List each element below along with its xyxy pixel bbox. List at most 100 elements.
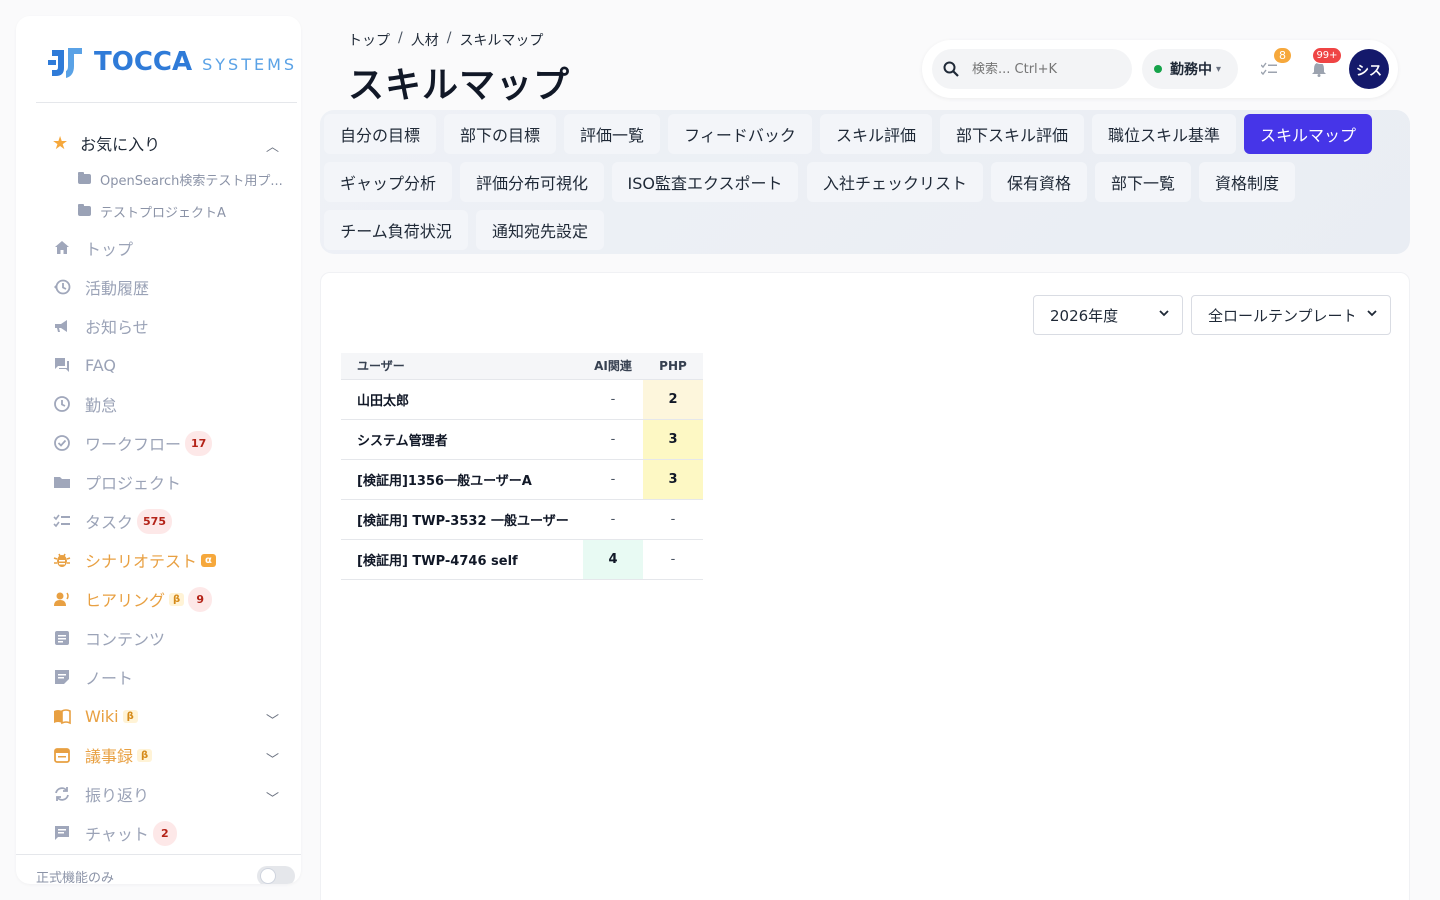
favorite-item[interactable]: OpenSearch検索テスト用プ... xyxy=(78,167,288,191)
tab-notification-recipients[interactable]: 通知宛先設定 xyxy=(476,210,604,250)
table-row: 山田太郎 - 2 xyxy=(341,379,703,420)
year-select-value: 2026年度 xyxy=(1050,306,1119,325)
task-badge: 8 xyxy=(1273,47,1292,64)
star-icon: ★ xyxy=(52,132,69,154)
chevron-down-icon: ﹀ xyxy=(265,792,279,807)
sidebar-item-minutes[interactable]: 議事録 β ﹀ xyxy=(16,737,301,773)
chevron-down-icon: ﹀ xyxy=(265,753,279,768)
refresh-icon xyxy=(52,784,72,804)
sidebar-divider xyxy=(36,102,297,103)
sidebar-item-label: Wiki xyxy=(85,706,119,726)
article-icon xyxy=(52,628,72,648)
favorite-item[interactable]: テストプロジェクトA xyxy=(78,199,288,223)
breadcrumb-separator: / xyxy=(446,30,452,46)
attendance-status-dropdown[interactable]: 勤務中 ▾ xyxy=(1142,49,1238,89)
brand-sub: SYSTEMS xyxy=(202,54,298,74)
checklist-icon xyxy=(52,511,72,531)
sidebar-item-task[interactable]: タスク 575 xyxy=(16,503,301,539)
hr-tabs: 自分の目標 部下の目標 評価一覧 フィードバック スキル評価 部下スキル評価 職… xyxy=(320,110,1410,254)
workflow-count-badge: 17 xyxy=(185,430,213,456)
chat-icon xyxy=(52,823,72,843)
skill-level-cell: 3 xyxy=(643,419,703,460)
skill-level-cell: - xyxy=(583,419,643,460)
chevron-down-icon: ﹀ xyxy=(265,714,279,729)
year-select[interactable]: 2026年度 xyxy=(1033,295,1183,335)
sidebar-item-news[interactable]: お知らせ xyxy=(16,308,301,344)
user-name-cell[interactable]: システム管理者 xyxy=(341,419,583,460)
sidebar-item-label: 議事録 xyxy=(85,747,134,766)
role-template-select[interactable]: 全ロールテンプレート xyxy=(1191,295,1391,335)
tab-feedback[interactable]: フィードバック xyxy=(668,114,812,154)
sidebar-item-label: シナリオテスト xyxy=(85,552,198,571)
user-name-cell[interactable]: [検証用]1356一般ユーザーA xyxy=(341,459,583,500)
column-header-skill[interactable]: AI関連 xyxy=(583,353,643,380)
search-box[interactable] xyxy=(932,49,1132,89)
alpha-tag: α xyxy=(201,553,216,567)
sidebar-item-label: ワークフロー xyxy=(85,435,182,454)
tab-subordinate-skill-evaluation[interactable]: 部下スキル評価 xyxy=(940,114,1084,154)
tab-subordinate-goals[interactable]: 部下の目標 xyxy=(444,114,556,154)
forum-icon xyxy=(52,355,72,375)
sidebar-item-label: ノート xyxy=(85,669,134,688)
tab-skill-evaluation[interactable]: スキル評価 xyxy=(820,114,932,154)
column-header-user: ユーザー xyxy=(341,353,583,380)
sidebar-item-hearing[interactable]: ヒアリング β 9 xyxy=(16,581,301,617)
page-title: スキルマップ xyxy=(348,65,571,106)
user-name-cell[interactable]: [検証用] TWP-3532 一般ユーザー xyxy=(341,499,583,540)
sidebar-item-label: 活動履歴 xyxy=(85,279,150,298)
tab-evaluation-distribution[interactable]: 評価分布可視化 xyxy=(460,162,604,202)
tab-certifications[interactable]: 保有資格 xyxy=(991,162,1087,202)
favorite-item-label: OpenSearch検索テスト用プ... xyxy=(100,173,283,189)
user-name-cell[interactable]: [検証用] TWP-4746 self xyxy=(341,539,583,580)
table-row: [検証用] TWP-4746 self 4 - xyxy=(341,539,703,580)
sidebar-item-workflow[interactable]: ワークフロー 17 xyxy=(16,425,301,461)
sidebar-item-retrospective[interactable]: 振り返り ﹀ xyxy=(16,776,301,812)
skill-map-panel: 2026年度 全ロールテンプレート ユーザー AI関連 PHP 山田太郎 - 2… xyxy=(320,272,1410,900)
table-row: システム管理者 - 3 xyxy=(341,419,703,460)
sidebar-item-label: FAQ xyxy=(85,355,116,375)
official-only-toggle[interactable] xyxy=(257,866,295,884)
sidebar-item-wiki[interactable]: Wiki β ﹀ xyxy=(16,698,301,734)
tab-skill-map[interactable]: スキルマップ xyxy=(1244,114,1372,154)
calendar-icon xyxy=(52,745,72,765)
tab-my-goals[interactable]: 自分の目標 xyxy=(324,114,436,154)
sidebar-item-project[interactable]: プロジェクト xyxy=(16,464,301,500)
tab-subordinate-list[interactable]: 部下一覧 xyxy=(1095,162,1191,202)
sidebar-favorites-toggle[interactable]: ★ お気に入り ︿ xyxy=(16,124,301,162)
tab-iso-audit-export[interactable]: ISO監査エクスポート xyxy=(612,162,798,202)
user-avatar[interactable]: シス xyxy=(1349,49,1389,89)
breadcrumb-item: スキルマップ xyxy=(459,33,544,49)
sidebar-item-chat[interactable]: チャット 2 xyxy=(16,815,301,851)
sidebar-item-label: 勤怠 xyxy=(85,396,118,415)
sidebar-footer: 正式機能のみ xyxy=(16,854,301,884)
sidebar-item-contents[interactable]: コンテンツ xyxy=(16,620,301,656)
sidebar-item-note[interactable]: ノート xyxy=(16,659,301,695)
sidebar-item-scenario-test[interactable]: シナリオテスト α xyxy=(16,542,301,578)
breadcrumb-item[interactable]: 人材 xyxy=(411,30,439,50)
sidebar-item-top[interactable]: トップ xyxy=(16,230,301,266)
official-only-label: 正式機能のみ xyxy=(36,871,115,884)
user-name-cell[interactable]: 山田太郎 xyxy=(341,379,583,420)
sidebar-item-attendance[interactable]: 勤怠 xyxy=(16,386,301,422)
chevron-down-icon xyxy=(1158,307,1170,322)
tab-onboarding-checklist[interactable]: 入社チェックリスト xyxy=(807,162,983,202)
sidebar-item-label: ヒアリング xyxy=(85,591,166,610)
tab-qualification-system[interactable]: 資格制度 xyxy=(1199,162,1295,202)
breadcrumb-item[interactable]: トップ xyxy=(348,30,390,50)
attendance-status-label: 勤務中 xyxy=(1170,62,1212,78)
search-input[interactable] xyxy=(972,61,1122,77)
task-count-badge: 575 xyxy=(137,508,172,534)
tab-evaluation-list[interactable]: 評価一覧 xyxy=(564,114,660,154)
history-icon xyxy=(52,277,72,297)
skill-map-table: ユーザー AI関連 PHP 山田太郎 - 2 システム管理者 - 3 [検証用]… xyxy=(341,353,703,580)
sidebar-item-label: コンテンツ xyxy=(85,630,166,649)
tab-position-skill-standard[interactable]: 職位スキル基準 xyxy=(1092,114,1236,154)
column-header-skill[interactable]: PHP xyxy=(643,353,703,380)
tab-team-workload[interactable]: チーム負荷状況 xyxy=(324,210,468,250)
sidebar-item-label: お知らせ xyxy=(85,318,149,337)
brand-logo[interactable]: TOCCA SYSTEMS xyxy=(48,42,297,82)
tab-gap-analysis[interactable]: ギャップ分析 xyxy=(324,162,452,202)
table-row: [検証用]1356一般ユーザーA - 3 xyxy=(341,459,703,500)
sidebar-item-faq[interactable]: FAQ xyxy=(16,347,301,383)
sidebar-item-activity[interactable]: 活動履歴 xyxy=(16,269,301,305)
